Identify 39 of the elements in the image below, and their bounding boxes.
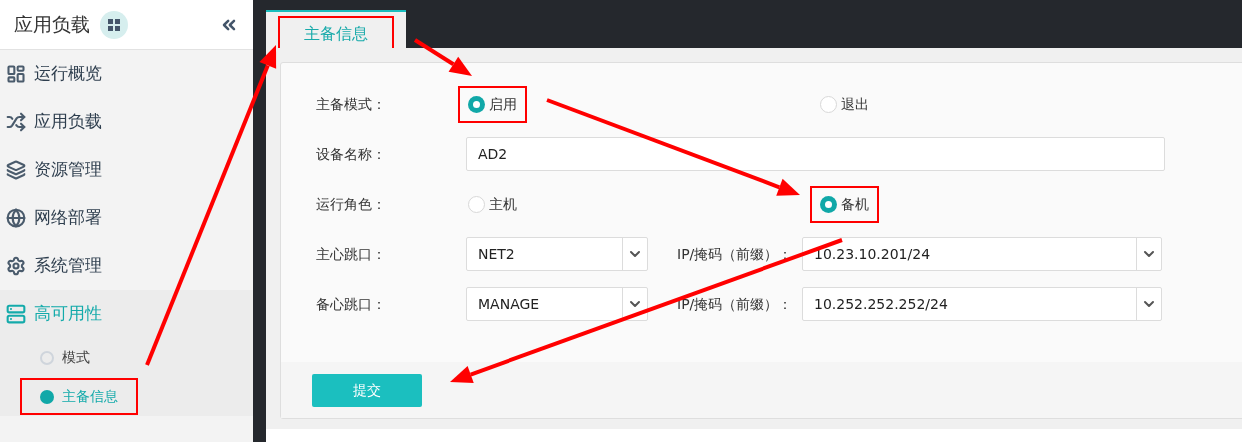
radio-option[interactable]: 启用 <box>468 93 517 115</box>
layers-icon <box>6 160 26 180</box>
field-label: 主备模式： <box>316 94 387 114</box>
field-label: 运行角色： <box>316 194 387 214</box>
dashboard-icon <box>6 64 26 84</box>
select-value: 10.252.252.252/24 <box>813 294 949 314</box>
select-value: MANAGE <box>477 294 541 314</box>
radio-option[interactable]: 备机 <box>820 193 869 215</box>
field-label: 主心跳口： <box>316 244 387 264</box>
radio-option[interactable]: 退出 <box>820 93 869 115</box>
select-field[interactable]: MANAGE <box>466 287 648 321</box>
select-field[interactable]: NET2 <box>466 237 648 271</box>
select-value: NET2 <box>477 244 516 264</box>
radio-checked-icon <box>820 195 837 213</box>
sidebar-item[interactable]: 运行概览 <box>0 50 253 98</box>
radio-option[interactable]: 主机 <box>468 193 517 215</box>
sidebar-item[interactable]: 资源管理 <box>0 146 253 194</box>
select-field[interactable]: 10.23.10.201/24 <box>802 237 1162 271</box>
sidebar-item[interactable]: 系统管理 <box>0 242 253 290</box>
text-field[interactable]: AD2 <box>466 137 1165 171</box>
annotation-arrow <box>413 38 472 76</box>
field-label: IP/掩码（前缀）： <box>677 244 794 264</box>
select-value: 10.23.10.201/24 <box>813 244 932 264</box>
app-title: 应用负载 <box>14 12 90 38</box>
server-icon <box>6 304 26 324</box>
tab-label: 主备信息 <box>304 23 368 45</box>
sidebar-item[interactable]: 网络部署 <box>0 194 253 242</box>
logo-icon <box>100 10 128 39</box>
radio-unchecked-icon <box>820 95 837 113</box>
sidebar-item[interactable]: 应用负载 <box>0 98 253 146</box>
radio-checked-icon <box>468 95 485 113</box>
field-label: 备心跳口： <box>316 294 387 314</box>
field-label: 设备名称： <box>316 144 387 164</box>
sidebar-subitem[interactable]: 模式 <box>40 347 90 368</box>
radio-unchecked-icon <box>468 195 485 213</box>
settings-icon <box>6 256 26 276</box>
globe-icon <box>6 208 26 228</box>
select-field[interactable]: 10.252.252.252/24 <box>802 287 1162 321</box>
shuffle-icon <box>6 112 26 132</box>
